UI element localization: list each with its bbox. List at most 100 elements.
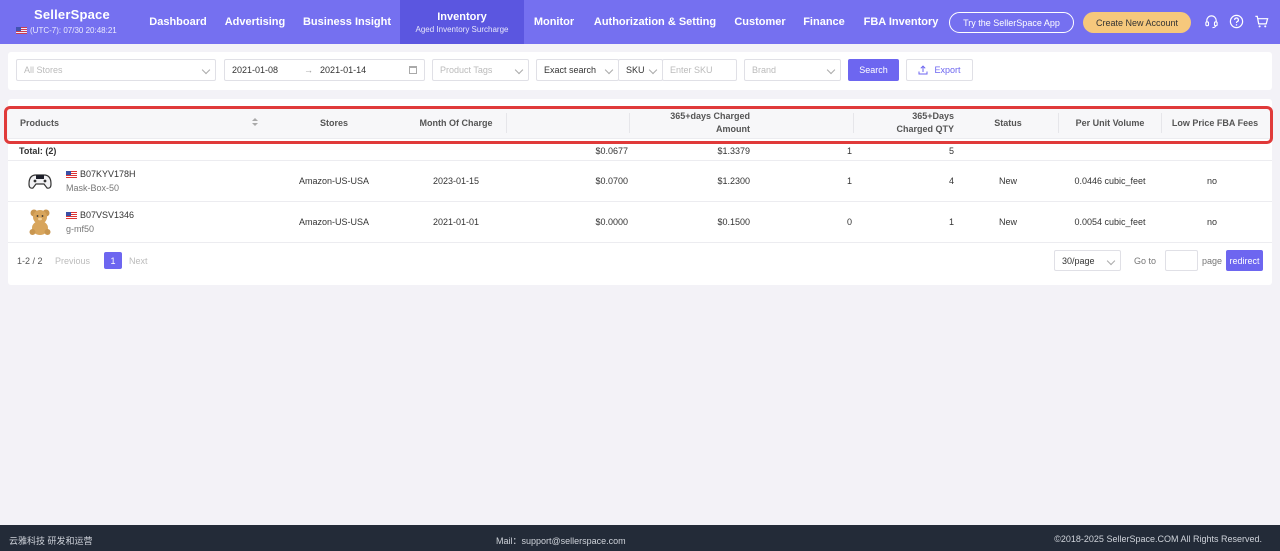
- col-charged-qty-line1: 365+Days: [912, 111, 954, 121]
- timezone-clock: (UTC-7): 07/30 20:48:21: [16, 26, 117, 35]
- footer: 云雅科技 研发和运营 Mail：support@sellerspace.com …: [0, 525, 1280, 551]
- filter-bar: All Stores 2021-01-08 → 2021-01-14 Produ…: [8, 52, 1272, 90]
- top-navigation: SellerSpace (UTC-7): 07/30 20:48:21 Dash…: [0, 0, 1280, 44]
- qty-cell: 0: [846, 217, 852, 227]
- aged-inventory-table: Products Stores Month Of Charge 365+days…: [8, 99, 1272, 285]
- page-size-value: 30/page: [1062, 255, 1095, 266]
- nav-business-insight[interactable]: Business Insight: [294, 0, 400, 44]
- stores-select[interactable]: All Stores: [16, 59, 216, 81]
- page-size-select[interactable]: 30/page: [1054, 250, 1121, 271]
- create-account-button[interactable]: Create New Account: [1083, 12, 1191, 33]
- asin-text: B07VSV1346: [80, 210, 135, 220]
- nav-sublabel: Aged Inventory Surcharge: [415, 24, 509, 34]
- brand-placeholder: Brand: [752, 65, 777, 75]
- arrow-right-icon: →: [304, 65, 314, 75]
- try-app-button[interactable]: Try the SellerSpace App: [949, 12, 1074, 33]
- status-cell: New: [998, 217, 1017, 227]
- us-flag-icon: [16, 27, 27, 34]
- chevron-down-icon: [826, 65, 836, 75]
- charged-amount-cell: $0.1500: [717, 217, 750, 227]
- col-charged-qty: 365+Days Charged QTY: [854, 107, 954, 139]
- goto-page-input[interactable]: [1165, 250, 1198, 271]
- chevron-down-icon: [514, 65, 524, 75]
- sort-icon[interactable]: [252, 118, 258, 128]
- store-cell: Amazon-US-USA: [298, 217, 370, 227]
- chevron-down-icon: [604, 65, 614, 75]
- total-qty: 1: [846, 145, 852, 156]
- col-charged-qty-line2: Charged QTY: [896, 124, 954, 134]
- us-flag-icon: [66, 170, 77, 178]
- unit-price-cell: $0.0700: [595, 176, 628, 186]
- export-button[interactable]: Export: [906, 59, 973, 81]
- next-page-button[interactable]: Next: [129, 256, 148, 266]
- search-button[interactable]: Search: [848, 59, 899, 81]
- tags-placeholder: Product Tags: [440, 65, 493, 75]
- low-price-cell: no: [1206, 217, 1217, 227]
- export-label: Export: [934, 65, 961, 75]
- col-charged-amount-line1: 365+days Charged: [670, 111, 750, 121]
- col-status: Status: [994, 117, 1022, 128]
- asin-text: B07KYV178H: [80, 169, 136, 179]
- nav-customer[interactable]: Customer: [726, 0, 794, 44]
- goto-label: Go to: [1134, 256, 1157, 266]
- upload-icon: [918, 65, 928, 75]
- nav-label: Customer: [734, 16, 786, 28]
- brand-logo[interactable]: SellerSpace: [34, 7, 117, 22]
- col-month-of-charge: Month Of Charge: [419, 117, 493, 128]
- col-charged-amount: 365+days Charged Amount: [630, 107, 750, 139]
- charged-amount-cell: $1.2300: [717, 176, 750, 186]
- product-asin[interactable]: B07KYV178H: [66, 169, 136, 179]
- col-products[interactable]: Products: [20, 107, 59, 139]
- nav-finance[interactable]: Finance: [794, 0, 854, 44]
- product-asin[interactable]: B07VSV1346: [66, 210, 134, 220]
- redirect-button[interactable]: redirect: [1226, 250, 1263, 271]
- date-range-picker[interactable]: 2021-01-08 → 2021-01-14: [224, 59, 425, 81]
- total-label: Total: (2): [19, 145, 57, 156]
- nav-dashboard[interactable]: Dashboard: [140, 0, 216, 44]
- sku-placeholder: Enter SKU: [670, 65, 713, 75]
- help-icon[interactable]: [1229, 14, 1244, 29]
- nav-fba-inventory[interactable]: FBA Inventory: [854, 0, 948, 44]
- sku-input[interactable]: Enter SKU: [662, 59, 737, 81]
- column-divider: [629, 113, 630, 133]
- product-thumbnail[interactable]: [25, 166, 55, 196]
- column-divider: [1161, 113, 1162, 133]
- low-price-cell: no: [1206, 176, 1217, 186]
- col-per-unit-volume: Per Unit Volume: [1075, 117, 1145, 128]
- search-field-select[interactable]: SKU: [618, 59, 663, 81]
- nav-inventory[interactable]: Inventory Aged Inventory Surcharge: [400, 0, 524, 44]
- pagination-range: 1-2 / 2: [17, 256, 43, 266]
- product-sku: g-mf50: [66, 224, 95, 234]
- date-end: 2021-01-14: [320, 65, 367, 75]
- nav-label: FBA Inventory: [863, 16, 939, 28]
- product-sku: Mask-Box-50: [66, 183, 120, 193]
- footer-mail[interactable]: Mail：support@sellerspace.com: [496, 534, 626, 547]
- date-start: 2021-01-08: [232, 65, 279, 75]
- nav-label: Finance: [803, 16, 845, 28]
- cart-icon[interactable]: [1254, 14, 1269, 29]
- total-unit-price: $0.0677: [595, 145, 628, 156]
- headset-icon[interactable]: [1204, 14, 1219, 29]
- nav-monitor[interactable]: Monitor: [524, 0, 584, 44]
- us-flag-icon: [66, 211, 77, 219]
- calendar-icon: [409, 66, 417, 74]
- column-divider: [1058, 113, 1059, 133]
- previous-page-button[interactable]: Previous: [55, 256, 90, 266]
- brand-select[interactable]: Brand: [744, 59, 841, 81]
- product-tags-select[interactable]: Product Tags: [432, 59, 529, 81]
- stores-placeholder: All Stores: [24, 65, 63, 75]
- nav-authorization-setting[interactable]: Authorization & Setting: [584, 0, 726, 44]
- nav-advertising[interactable]: Advertising: [216, 0, 294, 44]
- month-cell: 2023-01-15: [432, 176, 480, 186]
- page-1-button[interactable]: 1: [104, 252, 122, 269]
- nav-label: Monitor: [533, 16, 575, 28]
- table-header: Products Stores Month Of Charge 365+days…: [8, 107, 1272, 139]
- search-mode-select[interactable]: Exact search: [536, 59, 619, 81]
- timezone-time: (UTC-7): 07/30 20:48:21: [30, 26, 117, 35]
- search-field-value: SKU: [626, 65, 645, 75]
- qty-cell: 1: [846, 176, 852, 186]
- product-thumbnail[interactable]: [25, 207, 55, 237]
- total-charged-qty: 5: [948, 145, 954, 156]
- volume-cell: 0.0446 cubic_feet: [1074, 176, 1146, 186]
- store-cell: Amazon-US-USA: [298, 176, 370, 186]
